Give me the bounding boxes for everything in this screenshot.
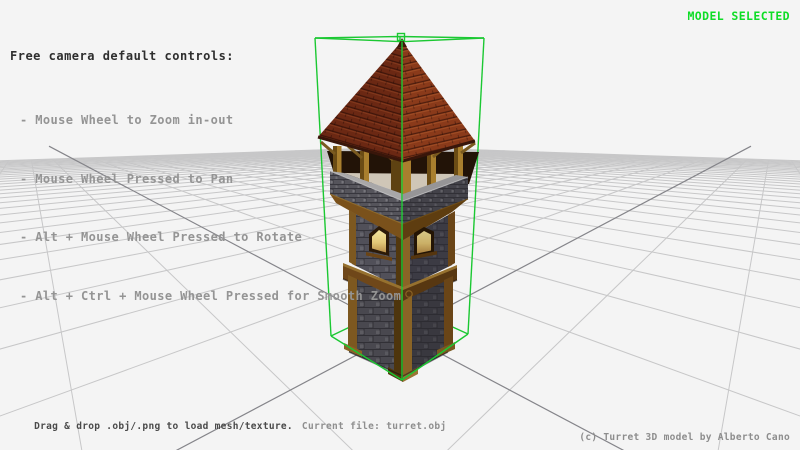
viewport-3d[interactable]: Free camera default controls: - Mouse Wh… [0,0,800,450]
current-file-label: Current file: turret.obj [302,421,446,432]
status-badge: MODEL SELECTED [687,9,790,23]
credit-text: (c) Turret 3D model by Alberto Cano [579,432,790,443]
camera-controls-help: Free camera default controls: - Mouse Wh… [10,11,401,344]
control-item-rotate: - Alt + Mouse Wheel Pressed to Rotate [10,227,401,248]
control-item-smooth-zoom: - Alt + Ctrl + Mouse Wheel Pressed for S… [10,286,401,307]
control-item-pan: - Mouse Wheel Pressed to Pan [10,169,401,190]
drop-hint: Drag & drop .obj/.png to load mesh/textu… [34,421,293,432]
controls-title: Free camera default controls: [10,49,401,63]
control-item-zoom: - Mouse Wheel to Zoom in-out [10,110,401,131]
footer-left: Drag & drop .obj/.png to load mesh/textu… [10,410,446,443]
